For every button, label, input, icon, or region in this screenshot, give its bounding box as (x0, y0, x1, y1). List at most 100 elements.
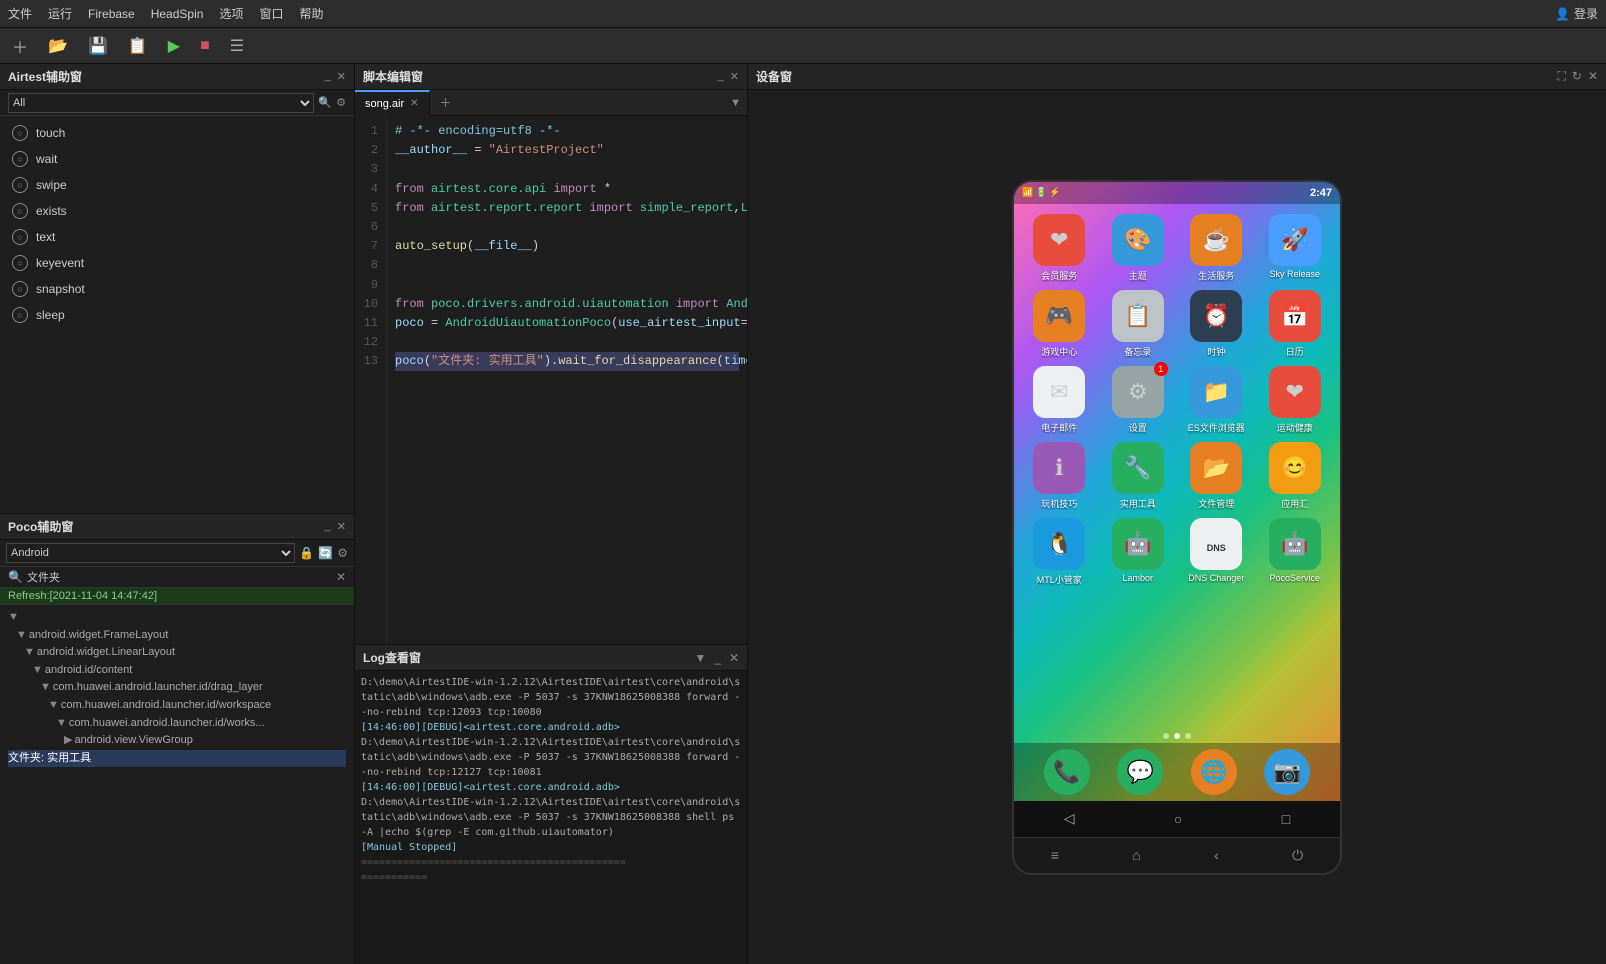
nav-recents-button[interactable]: □ (1282, 811, 1290, 827)
airtest-item-sleep[interactable]: ○ sleep (0, 302, 354, 328)
editor-panel-header: 脚本编辑窗 _ ✕ (355, 64, 747, 90)
nav-back-button[interactable]: ◁ (1064, 810, 1075, 827)
menu-help[interactable]: 帮助 (299, 5, 323, 22)
editor-tab-close-button[interactable]: ✕ (410, 98, 418, 109)
app-icon-es文件浏览器[interactable]: 📁 ES文件浏览器 (1179, 366, 1254, 434)
editor-tab-add-button[interactable]: ＋ (434, 94, 458, 111)
poco-tree-item[interactable]: ▼android.widget.LinearLayout (8, 644, 346, 662)
app-icon-电子邮件[interactable]: ✉ 电子邮件 (1022, 366, 1097, 434)
app-icon-mtl小管家[interactable]: 🐧 MTL小管家 (1022, 518, 1097, 586)
poco-tree-item[interactable]: ▼android.widget.FrameLayout (8, 627, 346, 645)
open-button[interactable]: 📂 (44, 34, 72, 58)
airtest-item-swipe[interactable]: ○ swipe (0, 172, 354, 198)
editor-close-button[interactable]: ✕ (730, 70, 739, 83)
log-minimize-button[interactable]: _ (714, 651, 721, 665)
app-icon-会员服务[interactable]: ❤ 会员服务 (1022, 214, 1097, 282)
poco-tree-item[interactable]: 文件夹: 实用工具 (8, 750, 346, 768)
stop-button[interactable]: ■ (196, 35, 214, 57)
device-close-icon[interactable]: ✕ (1588, 69, 1598, 84)
airtest-minimize-button[interactable]: _ (325, 70, 331, 83)
menu-options[interactable]: 选项 (219, 5, 243, 22)
app-icon-备忘录[interactable]: 📋 备忘录 (1101, 290, 1176, 358)
code-editor[interactable]: 12345678910111213 # -*- encoding=utf8 -*… (355, 116, 747, 644)
save-button[interactable]: 💾 (84, 34, 112, 58)
poco-tree-item[interactable]: ▼com.huawei.android.launcher.id/works... (8, 715, 346, 733)
poco-tree-item[interactable]: ▶android.view.ViewGroup (8, 732, 346, 750)
app-icon-日历[interactable]: 📅 日历 (1258, 290, 1333, 358)
menu-window[interactable]: 窗口 (259, 5, 283, 22)
bottom-power-icon[interactable]: ⏻ (1292, 847, 1303, 864)
editor-tab-song-air[interactable]: song.air ✕ (355, 90, 430, 116)
airtest-item-snapshot[interactable]: ○ snapshot (0, 276, 354, 302)
dock-icon-3[interactable]: 📷 (1264, 749, 1310, 795)
airtest-search-icon[interactable]: 🔍 (318, 96, 332, 109)
app-icon-lambor[interactable]: 🤖 Lambor (1101, 518, 1176, 586)
log-line: [14:46:00][DEBUG]<airtest.core.android.a… (361, 720, 741, 735)
log-close-button[interactable]: ✕ (729, 651, 739, 665)
menu-headspin[interactable]: HeadSpin (151, 7, 204, 21)
poco-tree-item[interactable]: ▼com.huawei.android.launcher.id/workspac… (8, 697, 346, 715)
poco-tree-item[interactable]: ▼ (8, 609, 346, 627)
airtest-item-text[interactable]: ○ text (0, 224, 354, 250)
dock-icon-1[interactable]: 💬 (1117, 749, 1163, 795)
airtest-item-exists[interactable]: ○ exists (0, 198, 354, 224)
airtest-item-wait[interactable]: ○ wait (0, 146, 354, 172)
editor-minimize-button[interactable]: _ (718, 70, 724, 83)
app-icon-时钟[interactable]: ⏰ 时钟 (1179, 290, 1254, 358)
airtest-item-touch[interactable]: ○ touch (0, 120, 354, 146)
poco-clear-search-button[interactable]: ✕ (336, 570, 346, 584)
log-filter-icon[interactable]: ▼ (694, 651, 706, 665)
bottom-back-icon[interactable]: ‹ (1214, 847, 1219, 863)
device-fullscreen-icon[interactable]: ⛶ (1557, 69, 1565, 84)
menu-run[interactable]: 运行 (48, 5, 72, 22)
app-icon-玩机技巧[interactable]: ℹ 玩机技巧 (1022, 442, 1097, 510)
airtest-close-button[interactable]: ✕ (337, 70, 346, 83)
app-icon-sky-release[interactable]: 🚀 Sky Release (1258, 214, 1333, 282)
app-icon-生活服务[interactable]: ☕ 生活服务 (1179, 214, 1254, 282)
menu-firebase[interactable]: Firebase (88, 7, 135, 21)
dock-icon-2[interactable]: 🌐 (1191, 749, 1237, 795)
poco-settings-icon[interactable]: ⚙ (337, 546, 348, 560)
app-icon-运动健康[interactable]: ❤ 运动健康 (1258, 366, 1333, 434)
airtest-item-label: swipe (36, 178, 67, 192)
toolbar: ＋ 📂 💾 📋 ▶ ■ ☰ (0, 28, 1606, 64)
airtest-item-label: sleep (36, 308, 65, 322)
app-icon-主题[interactable]: 🎨 主题 (1101, 214, 1176, 282)
app-icon-应用汇[interactable]: 😊 应用汇 (1258, 442, 1333, 510)
phone-bottom-bar: ≡ ⌂ ‹ ⏻ (1014, 837, 1340, 873)
bottom-menu-icon[interactable]: ≡ (1051, 847, 1059, 863)
poco-refresh-icon[interactable]: 🔄 (318, 546, 333, 560)
poco-tree-item[interactable]: ▼com.huawei.android.launcher.id/drag_lay… (8, 679, 346, 697)
app-icon-文件管理[interactable]: 📂 文件管理 (1179, 442, 1254, 510)
airtest-filter-select[interactable]: All (8, 93, 314, 113)
dot-2 (1174, 733, 1180, 739)
dock-icon-0[interactable]: 📞 (1044, 749, 1090, 795)
airtest-settings-icon[interactable]: ⚙ (336, 96, 346, 109)
editor-tab-bar-controls: ▼ (730, 97, 747, 109)
menu-file[interactable]: 文件 (8, 5, 32, 22)
poco-search-input[interactable] (27, 571, 332, 583)
airtest-item-keyevent[interactable]: ○ keyevent (0, 250, 354, 276)
login-button[interactable]: 👤 登录 (1555, 5, 1598, 22)
app-icon-实用工具[interactable]: 🔧 实用工具 (1101, 442, 1176, 510)
app-icon-dns-changer[interactable]: DNS DNS Changer (1179, 518, 1254, 586)
app-icon-label: 生活服务 (1198, 269, 1234, 282)
nav-home-button[interactable]: ○ (1174, 811, 1182, 827)
app-icon-设置[interactable]: ⚙ 1 设置 (1101, 366, 1176, 434)
report-button[interactable]: ☰ (226, 34, 248, 58)
editor-tab-menu-button[interactable]: ▼ (730, 97, 741, 109)
app-icon-游戏中心[interactable]: 🎮 游戏中心 (1022, 290, 1097, 358)
new-button[interactable]: ＋ (8, 32, 32, 60)
poco-close-button[interactable]: ✕ (337, 520, 346, 533)
poco-tree-item[interactable]: ▼android.id/content (8, 662, 346, 680)
bottom-home-icon[interactable]: ⌂ (1132, 847, 1140, 863)
app-icon-image: 🤖 (1112, 518, 1164, 570)
saveas-button[interactable]: 📋 (124, 34, 152, 58)
run-button[interactable]: ▶ (164, 34, 184, 58)
poco-driver-select[interactable]: Android (6, 543, 295, 563)
app-icon-label: 备忘录 (1124, 345, 1151, 358)
poco-minimize-button[interactable]: _ (325, 520, 331, 533)
app-icon-pocoservice[interactable]: 🤖 PocoService (1258, 518, 1333, 586)
poco-lock-icon[interactable]: 🔒 (299, 546, 314, 560)
device-refresh-icon[interactable]: ↻ (1572, 69, 1582, 84)
